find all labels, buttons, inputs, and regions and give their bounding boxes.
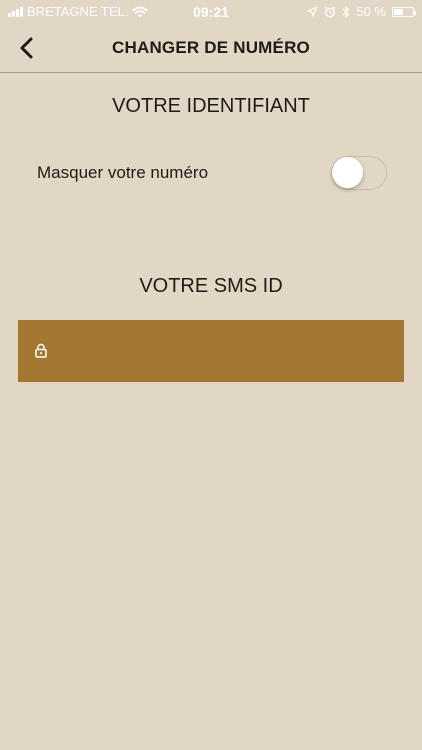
location-icon (307, 6, 318, 17)
status-bar: BRETAGNE TEL. 09:21 50 % (0, 0, 422, 24)
status-right: 50 % (307, 4, 416, 19)
battery-icon (392, 6, 416, 17)
navigation-bar: CHANGER DE NUMÉRO (0, 24, 422, 73)
alarm-icon (324, 5, 336, 17)
page-title: CHANGER DE NUMÉRO (112, 38, 310, 57)
sms-id-field[interactable] (18, 320, 404, 382)
lock-icon (35, 343, 47, 358)
sms-section-title: VOTRE SMS ID (139, 275, 283, 297)
identifier-section-title: VOTRE IDENTIFIANT (112, 95, 310, 117)
hide-number-toggle[interactable] (331, 156, 387, 190)
hide-number-label: Masquer votre numéro (37, 163, 209, 182)
battery-fill (394, 8, 403, 15)
battery-percent: 50 % (356, 4, 386, 19)
bluetooth-icon (342, 5, 350, 18)
toggle-knob (332, 157, 363, 188)
